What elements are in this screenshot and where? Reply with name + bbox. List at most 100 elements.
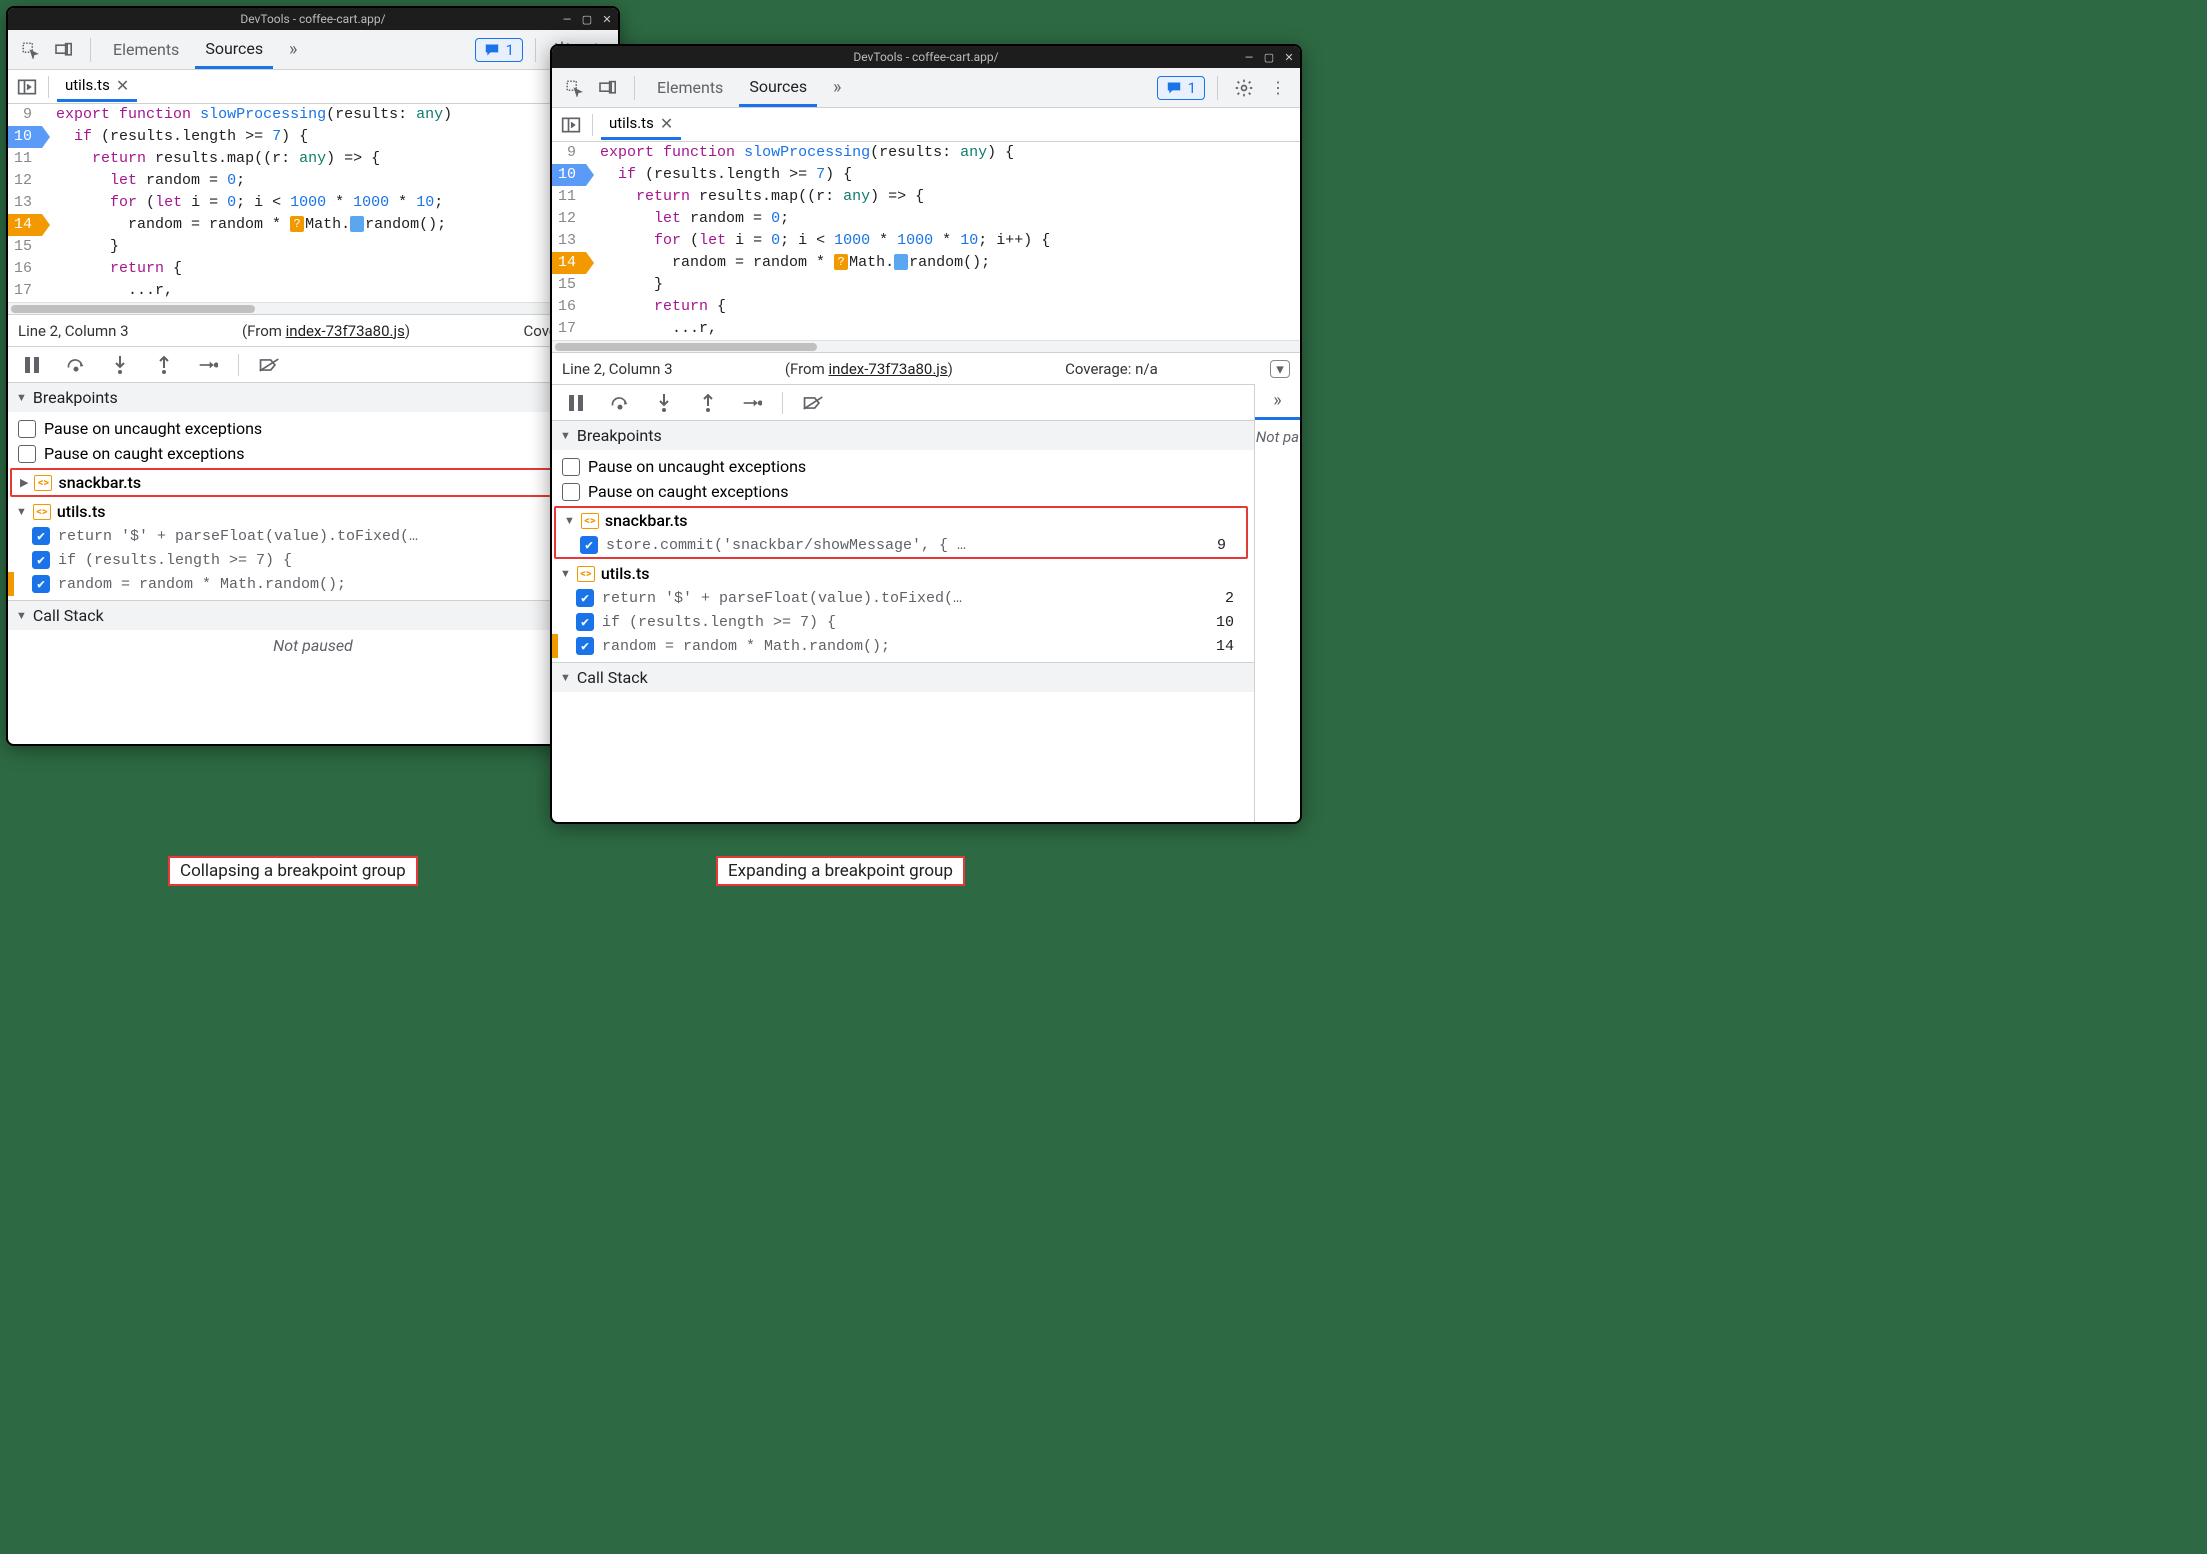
breakpoints-pane-header[interactable]: ▼ Breakpoints xyxy=(8,382,618,412)
breakpoint-group-snackbar[interactable]: ▼ <> snackbar.ts xyxy=(556,508,1246,533)
checkbox-checked[interactable]: ✔ xyxy=(576,589,594,607)
breakpoint-row[interactable]: ✔ random = random * Math.random(); 14 xyxy=(8,572,618,596)
step-into-icon[interactable] xyxy=(106,351,134,379)
more-tabs-icon[interactable]: » xyxy=(823,74,851,102)
file-name: utils.ts xyxy=(57,502,106,521)
source-map-link[interactable]: index-73f73a80.js xyxy=(286,322,405,340)
checkbox-unchecked[interactable] xyxy=(18,420,36,438)
more-panes-icon[interactable]: » xyxy=(1264,387,1292,415)
close-icon[interactable]: ✕ xyxy=(600,12,614,26)
collapse-icon[interactable]: ▼ xyxy=(16,505,27,518)
inspect-element-icon[interactable] xyxy=(560,74,588,102)
more-tabs-icon[interactable]: » xyxy=(279,36,307,64)
callstack-pane-header[interactable]: ▼ Call Stack xyxy=(552,662,1254,692)
breakpoint-text: random = random * Math.random(); xyxy=(58,576,346,593)
device-mode-icon[interactable] xyxy=(594,74,622,102)
callstack-pane-header[interactable]: ▼ Call Stack xyxy=(8,600,618,630)
navigator-toggle-icon[interactable] xyxy=(14,74,40,100)
cursor-position: Line 2, Column 3 xyxy=(18,322,129,340)
more-menu-icon[interactable]: ⋮ xyxy=(1264,74,1292,102)
step-icon[interactable] xyxy=(738,389,766,417)
maximize-icon[interactable]: ▢ xyxy=(580,12,594,26)
devtools-window-left: DevTools - coffee-cart.app/ — ▢ ✕ Elemen… xyxy=(6,6,620,746)
checkbox-unchecked[interactable] xyxy=(562,483,580,501)
checkbox-checked[interactable]: ✔ xyxy=(580,536,598,554)
issues-chip[interactable]: 1 xyxy=(475,38,523,62)
breakpoint-row[interactable]: ✔ if (results.length >= 7) { 10 xyxy=(552,610,1254,634)
expand-icon[interactable]: ▶ xyxy=(20,476,28,489)
window-controls: — ▢ ✕ xyxy=(1242,50,1296,64)
divider xyxy=(634,76,635,100)
breakpoint-text: random = random * Math.random(); xyxy=(602,638,890,655)
coverage-dropdown-icon[interactable]: ▾ xyxy=(1270,360,1290,378)
device-mode-icon[interactable] xyxy=(50,36,78,64)
step-over-icon[interactable] xyxy=(62,351,90,379)
collapse-icon[interactable]: ▼ xyxy=(560,567,571,580)
file-tabbar: utils.ts ✕ xyxy=(552,108,1300,142)
tab-elements[interactable]: Elements xyxy=(647,69,733,107)
checkbox-checked[interactable]: ✔ xyxy=(32,551,50,569)
tab-sources[interactable]: Sources xyxy=(195,31,273,69)
devtools-window-right: DevTools - coffee-cart.app/ — ▢ ✕ Elemen… xyxy=(550,44,1302,824)
breakpoint-text: store.commit('snackbar/showMessage', { … xyxy=(606,537,966,554)
breakpoints-pane-header[interactable]: ▼ Breakpoints xyxy=(552,420,1254,450)
window-title: DevTools - coffee-cart.app/ xyxy=(240,12,385,26)
breakpoint-row[interactable]: ✔ if (results.length >= 7) { 10 xyxy=(8,548,618,572)
breakpoint-line: 10 xyxy=(1216,614,1244,631)
issues-chip[interactable]: 1 xyxy=(1157,76,1205,100)
file-tab-utils[interactable]: utils.ts ✕ xyxy=(601,110,681,140)
source-map-link[interactable]: index-73f73a80.js xyxy=(828,360,947,378)
checkbox-checked[interactable]: ✔ xyxy=(32,527,50,545)
collapse-icon[interactable]: ▼ xyxy=(564,514,575,527)
step-icon[interactable] xyxy=(194,351,222,379)
maximize-icon[interactable]: ▢ xyxy=(1262,50,1276,64)
settings-icon[interactable] xyxy=(1230,74,1258,102)
pause-caught-row[interactable]: Pause on caught exceptions xyxy=(8,441,618,466)
minimize-icon[interactable]: — xyxy=(1242,50,1256,64)
coverage-label: Coverage: n/a xyxy=(1065,360,1158,378)
checkbox-unchecked[interactable] xyxy=(18,445,36,463)
deactivate-breakpoints-icon[interactable] xyxy=(255,351,283,379)
step-out-icon[interactable] xyxy=(150,351,178,379)
label: Pause on caught exceptions xyxy=(44,444,245,463)
minimize-icon[interactable]: — xyxy=(560,12,574,26)
main-toolbar: Elements Sources » 1 ⋮ xyxy=(552,68,1300,108)
breakpoint-row[interactable]: ✔ return '$' + parseFloat(value).toFixed… xyxy=(8,524,618,548)
pause-uncaught-row[interactable]: Pause on uncaught exceptions xyxy=(552,454,1254,479)
breakpoint-row[interactable]: ✔ random = random * Math.random(); 14 xyxy=(552,634,1254,658)
step-out-icon[interactable] xyxy=(694,389,722,417)
file-tab-label: utils.ts xyxy=(609,114,654,132)
debugger-toolbar xyxy=(552,384,1254,420)
pause-uncaught-row[interactable]: Pause on uncaught exceptions xyxy=(8,416,618,441)
step-over-icon[interactable] xyxy=(606,389,634,417)
breakpoint-row[interactable]: ✔ return '$' + parseFloat(value).toFixed… xyxy=(552,586,1254,610)
close-icon[interactable]: ✕ xyxy=(1282,50,1296,64)
horizontal-scrollbar[interactable] xyxy=(8,302,618,314)
pause-icon[interactable] xyxy=(18,351,46,379)
breakpoint-group-utils[interactable]: ▼ <> utils.ts xyxy=(8,499,618,524)
tab-sources[interactable]: Sources xyxy=(739,69,817,107)
pause-caught-row[interactable]: Pause on caught exceptions xyxy=(552,479,1254,504)
file-tab-utils[interactable]: utils.ts ✕ xyxy=(57,72,137,102)
navigator-toggle-icon[interactable] xyxy=(558,112,584,138)
breakpoint-group-utils[interactable]: ▼ <> utils.ts xyxy=(552,561,1254,586)
breakpoint-group-snackbar[interactable]: ▶ <> snackbar.ts xyxy=(12,470,612,495)
checkbox-checked[interactable]: ✔ xyxy=(576,637,594,655)
file-name: snackbar.ts xyxy=(58,473,141,492)
close-tab-icon[interactable]: ✕ xyxy=(660,114,673,133)
code-editor[interactable]: 91011121314151617export function slowPro… xyxy=(552,142,1300,340)
tab-elements[interactable]: Elements xyxy=(103,31,189,69)
checkbox-unchecked[interactable] xyxy=(562,458,580,476)
statusbar: Line 2, Column 3 (From index-73f73a80.js… xyxy=(8,314,618,346)
step-into-icon[interactable] xyxy=(650,389,678,417)
breakpoints-pane: Pause on uncaught exceptions Pause on ca… xyxy=(8,412,618,600)
checkbox-checked[interactable]: ✔ xyxy=(32,575,50,593)
breakpoint-row[interactable]: ✔ store.commit('snackbar/showMessage', {… xyxy=(556,533,1246,557)
inspect-element-icon[interactable] xyxy=(16,36,44,64)
pause-icon[interactable] xyxy=(562,389,590,417)
close-tab-icon[interactable]: ✕ xyxy=(116,76,129,95)
horizontal-scrollbar[interactable] xyxy=(552,340,1300,352)
checkbox-checked[interactable]: ✔ xyxy=(576,613,594,631)
code-editor[interactable]: 91011121314151617export function slowPro… xyxy=(8,104,618,302)
deactivate-breakpoints-icon[interactable] xyxy=(799,389,827,417)
